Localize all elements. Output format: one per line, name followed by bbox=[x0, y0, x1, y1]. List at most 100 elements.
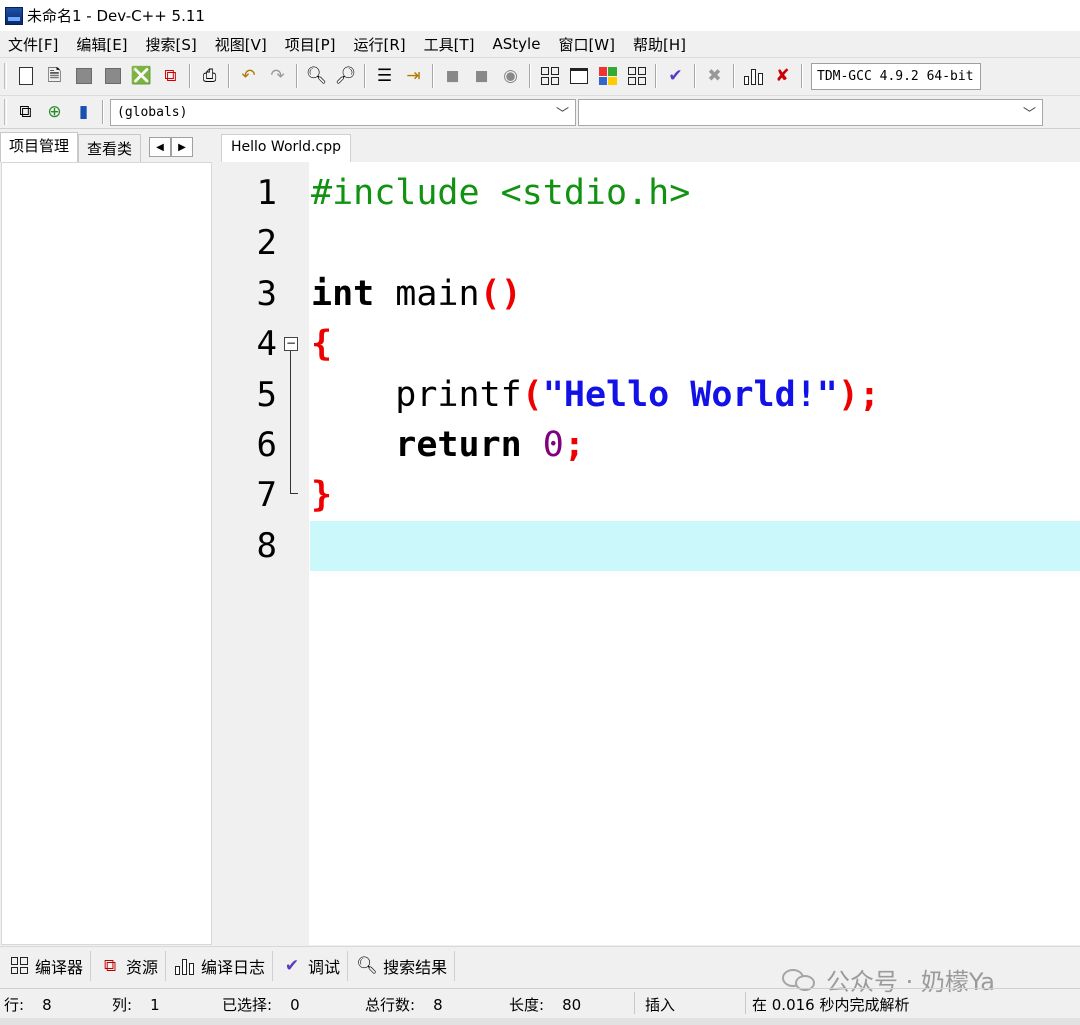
menu-astyle[interactable]: AStyle bbox=[484, 35, 550, 53]
redo-button[interactable]: ↷ bbox=[264, 63, 291, 90]
tab-search-results[interactable]: 🔍︎ 搜索结果 bbox=[348, 950, 456, 981]
save-all-button[interactable] bbox=[99, 63, 126, 90]
code-text: { bbox=[311, 324, 333, 364]
rebuild-all-icon bbox=[627, 67, 646, 85]
tab-resources[interactable]: ⧉ 资源 bbox=[91, 950, 167, 981]
fold-end bbox=[290, 493, 298, 494]
compile-button[interactable] bbox=[536, 63, 563, 90]
toolbar-separator bbox=[733, 64, 735, 88]
toolbar-grip[interactable] bbox=[4, 99, 7, 125]
profile-chart-icon bbox=[743, 67, 764, 85]
class-browser-toolbar: ⧉ ⊕ ▮ (globals) ﹀ ﹀ bbox=[0, 95, 1080, 129]
menu-tools[interactable]: 工具[T] bbox=[415, 34, 484, 55]
menu-run[interactable]: 运行[R] bbox=[344, 34, 414, 55]
tab-compile-log[interactable]: 编译日志 bbox=[166, 950, 274, 981]
checkmark-icon: ✔ bbox=[668, 65, 683, 86]
tab-hello-world-cpp[interactable]: Hello World.cpp bbox=[221, 134, 351, 162]
run-button[interactable] bbox=[565, 63, 592, 90]
stop-execution-button[interactable]: ✖ bbox=[701, 63, 728, 90]
toolbar-separator bbox=[189, 64, 191, 88]
insert-button[interactable]: ⧉ bbox=[12, 99, 39, 126]
fold-toggle-icon[interactable]: − bbox=[284, 337, 298, 351]
status-length: 长度: 80 bbox=[509, 996, 582, 1014]
delete-profile-icon: ✘ bbox=[775, 65, 790, 86]
menu-project[interactable]: 项目[P] bbox=[276, 34, 345, 55]
close-all-button[interactable]: ⧉ bbox=[157, 63, 184, 90]
toolbar-separator bbox=[529, 64, 531, 88]
code-line: 4 { bbox=[221, 319, 1080, 369]
open-file-icon: 🗎 bbox=[47, 65, 62, 86]
current-line-highlight bbox=[310, 521, 1080, 571]
code-text: int main() bbox=[311, 274, 522, 314]
new-file-icon bbox=[18, 67, 33, 85]
status-insert-mode: 插入 bbox=[645, 996, 676, 1014]
menu-help[interactable]: 帮助[H] bbox=[624, 34, 695, 55]
line-number: 1 bbox=[256, 173, 277, 213]
open-file-button[interactable]: 🗎 bbox=[41, 63, 68, 90]
add-to-project-icon: ◼ bbox=[474, 65, 489, 86]
close-file-button[interactable]: ❎ bbox=[128, 63, 155, 90]
compiler-select[interactable]: TDM-GCC 4.9.2 64-bit Release bbox=[811, 62, 981, 90]
new-project-button[interactable]: ◼ bbox=[439, 63, 466, 90]
tab-compile-log-label: 编译日志 bbox=[201, 957, 266, 977]
toggle-button[interactable]: ⊕ bbox=[41, 99, 68, 126]
project-tree-panel[interactable] bbox=[1, 162, 212, 945]
print-icon: ⎙ bbox=[202, 65, 217, 86]
member-select[interactable]: ﹀ bbox=[578, 98, 1043, 126]
tab-debug[interactable]: ✔ 调试 bbox=[273, 950, 349, 981]
tab-compiler[interactable]: 编译器 bbox=[0, 950, 92, 981]
find-button[interactable]: 🔍︎ bbox=[303, 63, 330, 90]
undo-button[interactable]: ↶ bbox=[235, 63, 262, 90]
code-editor[interactable]: 1 #include <stdio.h> 2 3 int main() 4 { … bbox=[221, 162, 1080, 945]
project-options-button[interactable]: ◉ bbox=[497, 63, 524, 90]
rebuild-all-button[interactable] bbox=[623, 63, 650, 90]
close-all-icon: ⧉ bbox=[164, 65, 177, 86]
menu-view[interactable]: 视图[V] bbox=[206, 34, 276, 55]
toolbar-separator bbox=[801, 64, 803, 88]
goto-line-button[interactable]: ⇥ bbox=[400, 63, 427, 90]
profile-button[interactable] bbox=[740, 63, 767, 90]
stop-icon: ✖ bbox=[707, 65, 722, 86]
menu-window[interactable]: 窗口[W] bbox=[549, 34, 624, 55]
code-text: printf("Hello World!"); bbox=[311, 375, 880, 415]
new-file-button[interactable] bbox=[12, 63, 39, 90]
search-icon: 🔍︎ bbox=[356, 955, 378, 976]
syntax-check-button[interactable]: ✔ bbox=[662, 63, 689, 90]
devcpp-app-icon[interactable] bbox=[5, 6, 23, 25]
save-button[interactable] bbox=[70, 63, 97, 90]
tab-search-results-label: 搜索结果 bbox=[383, 957, 448, 977]
goto-line-icon: ⇥ bbox=[406, 65, 421, 86]
print-button[interactable]: ⎙ bbox=[196, 63, 223, 90]
find-icon: 🔍︎ bbox=[305, 65, 328, 86]
replace-icon: 🔎︎ bbox=[334, 65, 357, 86]
toolbar-separator bbox=[364, 64, 366, 88]
scope-select[interactable]: (globals) ﹀ bbox=[110, 98, 576, 126]
status-bar: 行: 8 列: 1 已选择: 0 总行数: 8 长度: 80 插入 在 0.016 秒内完… bbox=[0, 988, 1080, 1017]
toolbar-separator bbox=[296, 64, 298, 88]
toggle-bookmark-button[interactable]: ☰ bbox=[371, 63, 398, 90]
window-title: 未命名1 - Dev-C++ 5.11 bbox=[27, 7, 205, 25]
code-line: 6 return 0; bbox=[221, 420, 1080, 470]
code-line: 5 printf("Hello World!"); bbox=[221, 370, 1080, 420]
goto-button[interactable]: ▮ bbox=[70, 99, 97, 126]
replace-button[interactable]: 🔎︎ bbox=[332, 63, 359, 90]
save-all-icon bbox=[104, 68, 121, 84]
chevron-down-icon[interactable]: ﹀ bbox=[556, 103, 569, 122]
add-to-project-button[interactable]: ◼ bbox=[468, 63, 495, 90]
left-panel-tabs: 项目管理 查看类 ◀ ▶ bbox=[0, 132, 216, 162]
scroll-right-icon[interactable]: ▶ bbox=[171, 137, 194, 157]
tab-project-manager[interactable]: 项目管理 bbox=[0, 132, 79, 162]
code-line: 3 int main() bbox=[221, 269, 1080, 319]
tab-compiler-label: 编译器 bbox=[35, 957, 84, 977]
status-total-lines: 总行数: 8 bbox=[365, 996, 443, 1014]
tab-class-view[interactable]: 查看类 bbox=[78, 134, 142, 162]
scroll-left-icon[interactable]: ◀ bbox=[149, 137, 172, 157]
menu-file[interactable]: 文件[F] bbox=[0, 34, 67, 55]
chevron-down-icon[interactable]: ﹀ bbox=[1023, 103, 1036, 122]
compile-run-button[interactable] bbox=[594, 63, 621, 90]
menu-search[interactable]: 搜索[S] bbox=[137, 34, 206, 55]
line-number: 3 bbox=[256, 274, 277, 314]
menu-edit[interactable]: 编辑[E] bbox=[67, 34, 136, 55]
delete-profile-button[interactable]: ✘ bbox=[769, 63, 796, 90]
toolbar-grip[interactable] bbox=[4, 63, 7, 89]
